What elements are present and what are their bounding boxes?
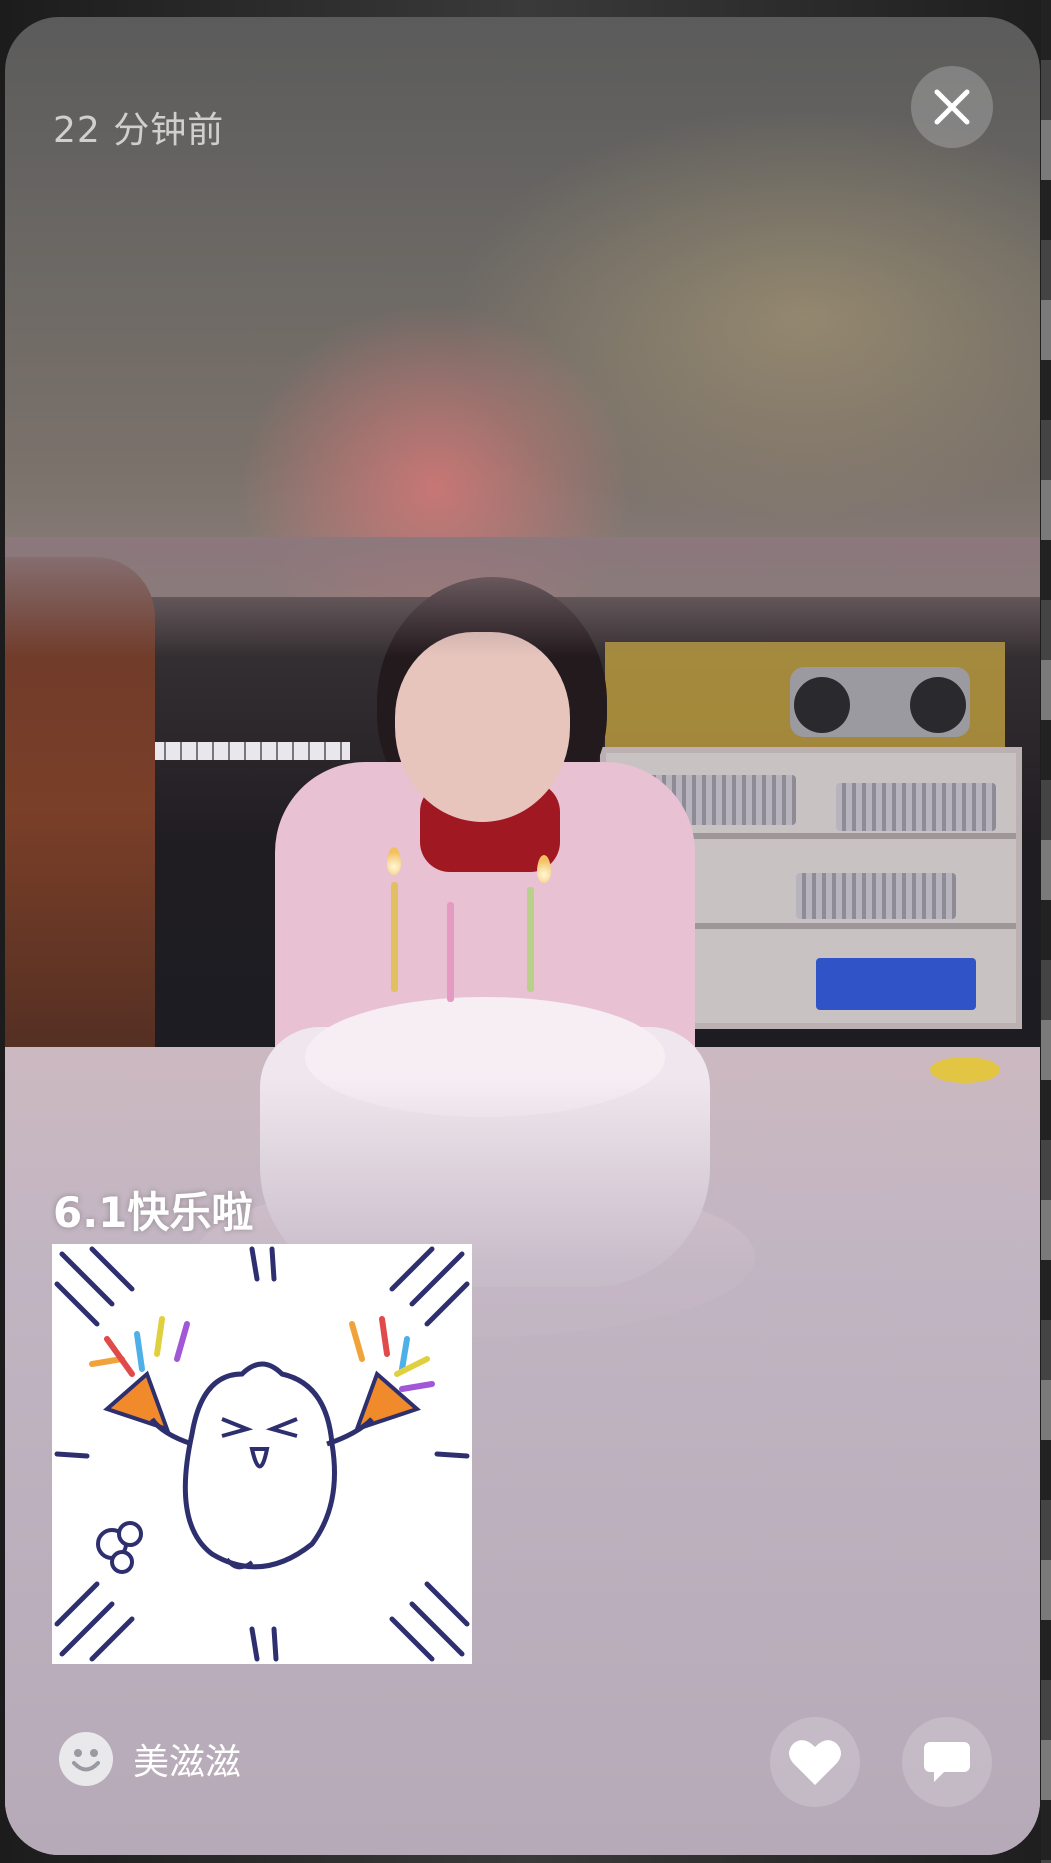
comment-icon (924, 1742, 970, 1782)
close-button[interactable] (911, 66, 993, 148)
smile-face-icon (59, 1732, 113, 1786)
story-card: 22 分钟前 6.1快乐啦 美滋滋 (5, 17, 1040, 1855)
post-timestamp: 22 分钟前 (53, 110, 225, 151)
heart-icon (789, 1740, 841, 1785)
background-edge-strip (1041, 0, 1051, 1863)
comment-button[interactable] (902, 1717, 992, 1807)
author-name: 美滋滋 (133, 1742, 242, 1783)
photo-radio (790, 667, 970, 737)
like-button[interactable] (770, 1717, 860, 1807)
author-info[interactable]: 美滋滋 (59, 1732, 241, 1786)
party-bird-sticker (54, 1246, 470, 1662)
photo-top-fade (5, 537, 1040, 657)
post-sticker-image[interactable] (52, 1244, 472, 1664)
close-icon (934, 89, 970, 125)
photo-girl-face (395, 632, 570, 822)
photo-piano (150, 742, 350, 760)
post-caption: 6.1快乐啦 (53, 1188, 254, 1237)
